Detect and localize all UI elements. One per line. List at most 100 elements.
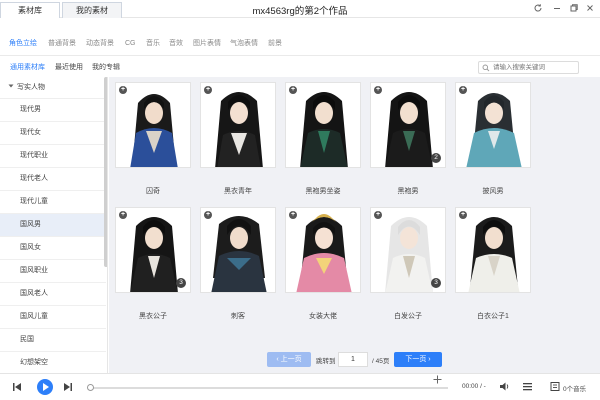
material-card[interactable]: + [200, 82, 276, 168]
card-label: 刺客 [231, 313, 245, 320]
card-label: 黑衣青年 [224, 188, 252, 195]
sidebar-item-guofeng-job[interactable]: 国风职业 [0, 260, 106, 283]
category-tab-image-emoji[interactable]: 图片表情 [193, 38, 221, 50]
character-portrait-icon [296, 214, 352, 292]
volume-icon[interactable] [499, 381, 510, 394]
music-count: 0个音乐 [563, 386, 587, 393]
add-icon[interactable]: + [374, 211, 382, 219]
search-input[interactable] [493, 62, 577, 73]
close-icon[interactable] [584, 3, 596, 15]
add-icon[interactable]: + [374, 86, 382, 94]
sidebar-item-guofeng-male[interactable]: 国风男 [0, 214, 106, 237]
subtab-my-album[interactable]: 我的专辑 [92, 62, 120, 72]
category-tab-sound[interactable]: 音效 [169, 38, 183, 50]
sidebar: 写实人物 现代男 现代女 现代职业 现代老人 现代儿童 国风男 国风女 国风职业… [0, 77, 108, 373]
character-portrait-icon [215, 92, 263, 167]
divider [0, 55, 600, 56]
sidebar-group-label: 写实人物 [17, 84, 45, 91]
character-portrait-icon [130, 94, 178, 167]
add-icon[interactable]: + [459, 211, 467, 219]
material-card[interactable]: + [285, 207, 361, 293]
sidebar-group-header[interactable]: 写实人物 [0, 77, 107, 99]
minimize-icon[interactable] [551, 3, 563, 15]
add-icon[interactable]: + [119, 211, 127, 219]
prev-page-label: 上一页 [280, 356, 302, 363]
subtab-recent[interactable]: 最近使用 [55, 62, 83, 72]
category-tab-foreground[interactable]: 前景 [268, 38, 282, 50]
card-label: 女装大佬 [309, 313, 337, 320]
window-title: mx4563rg的第2个作品 [252, 6, 348, 17]
material-grid: + 囚奇 + 黑衣青年 + 黑袍男坐姿 + 2 黑袍男 + 披风男 + 3 黑衣… [109, 77, 600, 373]
play-button[interactable] [37, 379, 53, 395]
material-card[interactable]: + [285, 82, 361, 168]
jump-label: 跳转到 [316, 358, 336, 365]
sidebar-item-guofeng-elder[interactable]: 国风老人 [0, 283, 106, 306]
material-card[interactable]: + 3 [370, 207, 446, 293]
category-tab-normal-bg[interactable]: 普通背景 [48, 38, 76, 50]
card-label: 黑衣公子 [139, 313, 167, 320]
progress-track[interactable] [90, 387, 448, 389]
tab-my-materials[interactable]: 我的素材 [62, 2, 122, 18]
next-track-icon[interactable] [63, 382, 73, 394]
sidebar-item-modern-male[interactable]: 现代男 [0, 99, 106, 122]
total-pages: / 45页 [372, 358, 390, 365]
variant-count-badge: 2 [431, 153, 441, 163]
next-page-label: 下一页 [405, 356, 427, 363]
sidebar-item-modern-job[interactable]: 现代职业 [0, 145, 106, 168]
add-icon[interactable]: + [289, 211, 297, 219]
sidebar-item-republic[interactable]: 民国 [0, 329, 106, 352]
card-label: 白发公子 [394, 313, 422, 320]
material-card[interactable]: + [200, 207, 276, 293]
category-tab-character[interactable]: 角色立绘 [9, 38, 37, 50]
sidebar-item-modern-female[interactable]: 现代女 [0, 122, 106, 145]
sidebar-item-modern-child[interactable]: 现代儿童 [0, 191, 106, 214]
music-list-icon[interactable] [550, 381, 560, 394]
search-box[interactable] [478, 61, 579, 74]
music-player: 00:00 / - 0个音乐 [0, 373, 600, 400]
sidebar-item-guofeng-female[interactable]: 国风女 [0, 237, 106, 260]
add-icon[interactable]: + [289, 86, 297, 94]
character-portrait-icon [211, 216, 267, 292]
sub-tab-bar: 通用素材库 最近使用 我的专辑 [0, 57, 600, 77]
variant-count-badge: 3 [431, 278, 441, 288]
material-card[interactable]: + [455, 82, 531, 168]
add-icon[interactable]: + [459, 86, 467, 94]
card-label: 黑袍男 [397, 188, 419, 195]
previous-track-icon[interactable] [12, 382, 22, 394]
character-portrait-icon [468, 217, 520, 292]
category-tab-dynamic-bg[interactable]: 动态背景 [86, 38, 114, 50]
add-music-icon[interactable] [433, 375, 442, 386]
time-display: 00:00 / - [462, 383, 486, 390]
character-portrait-icon [300, 92, 348, 167]
next-page-button[interactable]: 下一页 › [394, 352, 442, 367]
playlist-icon[interactable] [522, 381, 533, 394]
add-icon[interactable]: + [119, 86, 127, 94]
subtab-common-library[interactable]: 通用素材库 [10, 62, 45, 72]
material-card[interactable]: + 3 [115, 207, 191, 293]
sidebar-item-modern-elder[interactable]: 现代老人 [0, 168, 106, 191]
progress-handle[interactable] [87, 384, 94, 391]
material-card[interactable]: + [115, 82, 191, 168]
refresh-icon[interactable] [532, 3, 544, 15]
add-icon[interactable]: + [204, 86, 212, 94]
chevron-right-icon: › [426, 356, 431, 363]
search-icon [482, 64, 490, 74]
card-label: 白衣公子1 [477, 313, 509, 320]
title-bar: 素材库 我的素材 mx4563rg的第2个作品 [0, 0, 600, 18]
page-number-input[interactable]: 1 [338, 352, 368, 367]
category-tab-cg[interactable]: CG [125, 38, 136, 50]
material-card[interactable]: + 2 [370, 82, 446, 168]
restore-icon[interactable] [568, 3, 580, 15]
category-tab-bubble-emoji[interactable]: 气泡表情 [230, 38, 258, 50]
sidebar-item-fantasy[interactable]: 幻想架空 [0, 352, 106, 373]
add-icon[interactable]: + [204, 211, 212, 219]
variant-count-badge: 3 [176, 278, 186, 288]
sidebar-scrollbar[interactable] [104, 77, 107, 267]
tab-material-library[interactable]: 素材库 [0, 2, 60, 18]
category-tab-music[interactable]: 音乐 [146, 38, 160, 50]
sidebar-item-guofeng-child[interactable]: 国风儿童 [0, 306, 106, 329]
material-card[interactable]: + [455, 207, 531, 293]
prev-page-button[interactable]: ‹ 上一页 [267, 352, 311, 367]
card-label: 黑袍男坐姿 [305, 188, 341, 195]
caret-down-icon [8, 77, 14, 99]
